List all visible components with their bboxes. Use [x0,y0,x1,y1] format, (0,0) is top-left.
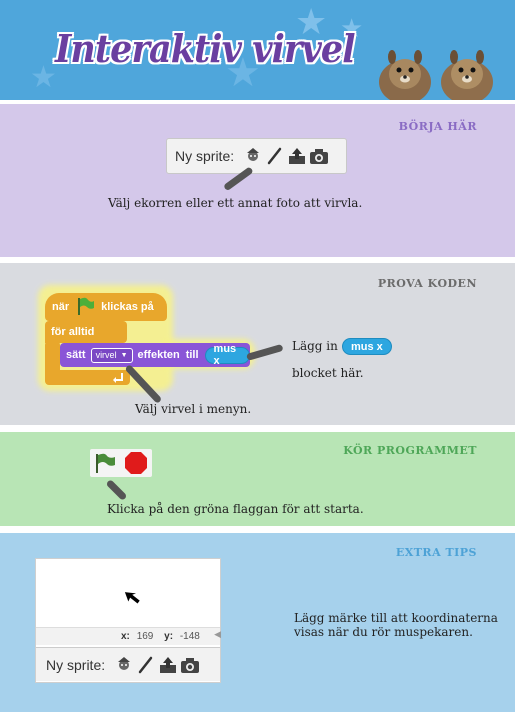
star-decoration: ★ [30,60,57,95]
section-kor-programmet: KÖR PROGRAMMET Klicka på den gröna flagg… [0,432,515,526]
chevron-down-icon: ▼ [120,351,128,359]
choose-swirl-text: Välj virvel i menyn. [135,402,252,416]
paint-brush-icon[interactable] [264,147,286,165]
stop-icon[interactable] [124,451,148,479]
new-sprite-toolbar: Ny sprite: [166,138,347,174]
effect-label: effekten [137,349,180,361]
stage-preview: x: 169 y: -148 ◀ Ny sprite: [35,558,221,683]
coordinate-bar: x: 169 y: -148 ◀ [36,627,221,645]
to-label: till [185,349,199,361]
effect-value: virvel [95,350,117,360]
set-effect-block[interactable]: sätt virvel ▼ effekten till mus x [60,343,250,367]
section-title: EXTRA TIPS [395,546,477,559]
section-prova-koden: PROVA KODEN när klickas på för alltid sä… [0,263,515,425]
clicked-label: klickas på [101,301,154,313]
reporter-label: mus x [213,343,237,367]
reporter-label: mus x [351,340,383,353]
block-here-text: blocket här. [292,366,364,380]
squirrels-image [379,50,493,100]
tip-text-line2: visas när du rör muspekaren. [294,625,473,639]
mouse-pointer-icon [124,592,140,604]
section-borja-har: BÖRJA HÄR Ny sprite: Välj ekorren eller … [0,104,515,257]
camera-icon[interactable] [308,147,330,165]
new-sprite-label: Ny sprite: [46,656,106,673]
forever-block-bottom [45,370,130,385]
section-title: PROVA KODEN [377,277,477,290]
new-sprite-label: Ny sprite: [175,148,235,164]
upload-icon[interactable] [157,656,179,674]
run-controls [90,449,152,477]
put-in-text: Lägg in [292,339,338,353]
y-value: -148 [179,631,200,642]
coordinate-readout: x: 169 y: -148 [121,631,200,642]
green-flag-icon[interactable] [93,452,117,478]
page-title: Interaktiv virvel [55,26,356,71]
set-label: sätt [66,349,86,361]
section-extra-tips: EXTRA TIPS x: 169 y: -148 ◀ Ny sprite: L… [0,533,515,712]
tip-text-line1: Lägg märke till att koordinaterna [294,611,498,625]
loop-arrow-icon [113,373,123,383]
paint-brush-icon[interactable] [135,656,157,674]
forever-label: för alltid [51,326,95,338]
instruction-text: Klicka på den gröna flaggan för att star… [107,502,364,516]
upload-icon[interactable] [286,147,308,165]
when-flag-clicked-block[interactable]: när klickas på [45,293,167,321]
collapse-arrow-icon[interactable]: ◀ [214,630,221,640]
section-title: KÖR PROGRAMMET [343,444,477,457]
forever-block[interactable]: för alltid [45,321,127,343]
sprite-library-icon[interactable] [242,147,264,165]
mouse-x-reporter-slot[interactable]: mus x [204,343,250,367]
section-title: BÖRJA HÄR [398,120,477,133]
effect-dropdown[interactable]: virvel ▼ [90,347,133,363]
header-banner: ★ ★ ★ ★ Interaktiv virvel [0,0,515,100]
sprite-library-icon[interactable] [113,656,135,674]
y-label: y: [164,631,174,642]
new-sprite-toolbar: Ny sprite: [36,647,220,681]
mouse-x-reporter[interactable]: mus x [342,338,392,355]
camera-icon[interactable] [179,656,201,674]
instruction-text: Välj ekorren eller ett annat foto att vi… [108,196,363,210]
when-label: när [52,301,70,313]
green-flag-icon [75,296,95,319]
pointer-line [105,479,128,501]
x-label: x: [121,631,130,642]
x-value: 169 [136,631,154,642]
